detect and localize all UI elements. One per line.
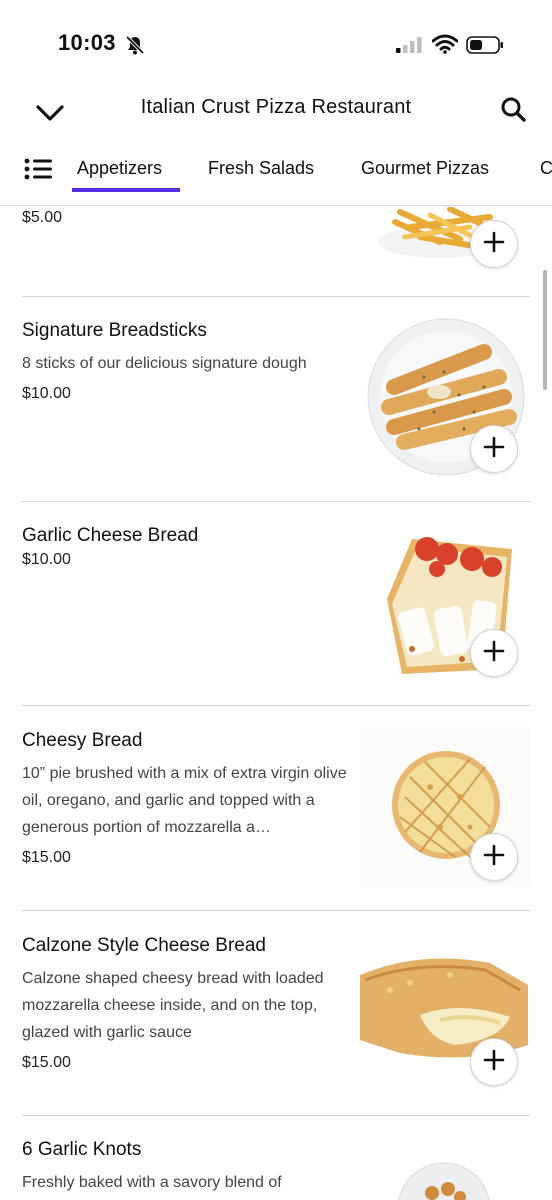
add-button[interactable] bbox=[470, 629, 518, 677]
plus-icon bbox=[483, 231, 505, 258]
item-description: Freshly baked with a savory blend of bbox=[22, 1174, 282, 1191]
wifi-icon bbox=[431, 34, 459, 59]
item-description: 10” pie brushed with a mix of extra virg… bbox=[22, 765, 347, 836]
divider bbox=[22, 501, 530, 502]
item-name: 6 Garlic Knots bbox=[22, 1139, 142, 1160]
item-description: 8 sticks of our delicious signature doug… bbox=[22, 355, 307, 372]
status-bar: 10:03 bbox=[0, 0, 552, 80]
app-header: Italian Crust Pizza Restaurant bbox=[0, 80, 552, 140]
plus-icon bbox=[483, 1049, 505, 1076]
divider bbox=[22, 910, 530, 911]
menu-list[interactable]: $5.00 Signature Breadsticks 8 sticks of … bbox=[0, 207, 552, 1200]
garlic-knots-image bbox=[390, 1161, 500, 1200]
add-button[interactable] bbox=[470, 833, 518, 881]
add-button[interactable] bbox=[470, 220, 518, 268]
add-button[interactable] bbox=[470, 1038, 518, 1086]
plus-icon bbox=[483, 436, 505, 463]
tab-appetizers[interactable]: Appetizers bbox=[77, 158, 162, 179]
plus-icon bbox=[483, 844, 505, 871]
divider bbox=[22, 1115, 530, 1116]
active-tab-indicator bbox=[72, 188, 180, 192]
tab-gourmet-pizzas[interactable]: Gourmet Pizzas bbox=[361, 158, 489, 179]
item-description: Calzone shaped cheesy bread with loaded … bbox=[22, 970, 324, 1041]
scrollbar[interactable] bbox=[543, 270, 547, 390]
tab-next-category[interactable]: C bbox=[540, 158, 552, 179]
bell-slash-icon bbox=[124, 34, 146, 61]
category-tabs: Appetizers Fresh Salads Gourmet Pizzas C bbox=[0, 146, 552, 206]
page-title: Italian Crust Pizza Restaurant bbox=[140, 96, 412, 118]
divider bbox=[22, 296, 530, 297]
plus-icon bbox=[483, 640, 505, 667]
list-icon[interactable] bbox=[22, 154, 56, 184]
cellular-signal-icon bbox=[396, 37, 422, 53]
tab-fresh-salads[interactable]: Fresh Salads bbox=[208, 158, 314, 179]
add-button[interactable] bbox=[470, 425, 518, 473]
status-time: 10:03 bbox=[58, 30, 116, 55]
divider bbox=[22, 705, 530, 706]
battery-icon bbox=[466, 36, 504, 59]
search-icon[interactable] bbox=[496, 92, 532, 128]
